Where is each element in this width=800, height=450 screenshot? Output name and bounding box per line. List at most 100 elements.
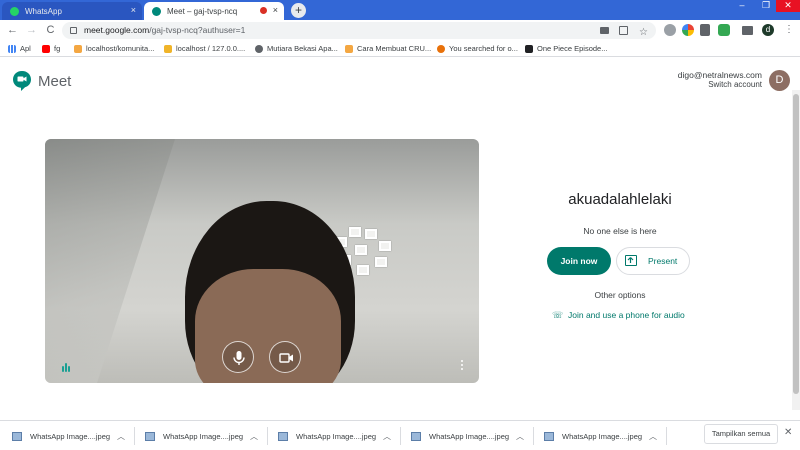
new-tab-button[interactable]: +	[291, 3, 306, 18]
chevron-up-icon[interactable]: ︿	[250, 431, 258, 442]
download-filename: WhatsApp Image....jpeg	[429, 431, 510, 441]
reload-button[interactable]: C	[43, 23, 58, 38]
audio-level-icon	[62, 362, 72, 372]
extension-color-icon[interactable]	[682, 24, 694, 36]
back-button[interactable]: ←	[5, 23, 20, 38]
bookmark-apps[interactable]: Apl	[8, 44, 31, 53]
tab-title: Meet – gaj-tvsp-ncq	[167, 6, 238, 16]
maximize-button[interactable]: ❐	[754, 0, 778, 12]
phpmyadmin-icon	[164, 44, 172, 53]
download-filename: WhatsApp Image....jpeg	[30, 431, 111, 441]
join-now-button[interactable]: Join now	[547, 247, 611, 275]
media-control-icon[interactable]	[742, 26, 753, 35]
join-by-phone-label: Join and use a phone for audio	[568, 310, 685, 320]
image-file-icon	[278, 431, 288, 441]
account-email: digo@netralnews.com	[677, 70, 762, 80]
download-item[interactable]: WhatsApp Image....jpeg ︿	[12, 427, 132, 445]
divider	[400, 427, 401, 445]
minimize-button[interactable]: –	[730, 0, 754, 12]
video-camera-icon	[279, 353, 293, 363]
tab-meet[interactable]: Meet – gaj-tvsp-ncq ×	[144, 2, 284, 20]
avatar[interactable]: D	[769, 70, 790, 91]
divider	[134, 427, 135, 445]
bookmark-cara-membuat[interactable]: Cara Membuat CRU...	[345, 44, 431, 53]
image-file-icon	[145, 431, 155, 441]
download-filename: WhatsApp Image....jpeg	[296, 431, 377, 441]
tab-strip: WhatsApp × Meet – gaj-tvsp-ncq × + – ❐ ✕	[0, 0, 800, 20]
close-download-shelf-icon[interactable]: ✕	[784, 427, 792, 438]
image-file-icon	[544, 431, 554, 441]
translate-icon[interactable]	[619, 26, 628, 35]
bookmark-label: fg	[54, 44, 61, 53]
join-by-phone-link[interactable]: ☏ Join and use a phone for audio	[552, 310, 702, 320]
app-title: Meet	[38, 73, 72, 90]
recording-icon	[260, 7, 267, 14]
divider	[533, 427, 534, 445]
bookmark-favicon	[345, 44, 353, 53]
bookmark-favicon	[525, 44, 533, 53]
switch-account-link[interactable]: Switch account	[708, 80, 762, 89]
bookmark-label: One Piece Episode...	[537, 44, 608, 53]
bookmark-localhost-ip[interactable]: localhost / 127.0.0....	[164, 44, 245, 53]
page-scrollbar[interactable]	[792, 90, 800, 410]
bookmark-localhost-komunita[interactable]: localhost/komunita...	[74, 44, 154, 53]
bookmark-label: Apl	[20, 44, 31, 53]
divider	[267, 427, 268, 445]
bookmark-fg[interactable]: fg	[42, 44, 60, 53]
bookmark-label: You searched for o...	[449, 44, 518, 53]
url-host: meet.google.com	[84, 25, 150, 35]
camera-toggle-button[interactable]	[269, 341, 301, 373]
divider	[666, 427, 667, 445]
address-bar[interactable]: meet.google.com/gaj-tvsp-ncq?authuser=1 …	[62, 22, 656, 39]
globe-icon	[255, 44, 263, 53]
image-file-icon	[12, 431, 22, 441]
bookmark-one-piece[interactable]: One Piece Episode...	[525, 44, 607, 53]
present-screen-icon	[625, 255, 637, 266]
bookmark-label: localhost / 127.0.0....	[176, 44, 246, 53]
meet-logo-icon	[13, 71, 31, 91]
download-item[interactable]: WhatsApp Image....jpeg ︿	[544, 427, 664, 445]
bookmark-star-icon[interactable]: ☆	[639, 24, 648, 41]
tab-title: WhatsApp	[25, 6, 62, 16]
meet-icon	[152, 6, 161, 16]
more-options-icon[interactable]	[459, 360, 465, 374]
url-path: /gaj-tvsp-ncq?authuser=1	[149, 25, 246, 35]
bookmarks-bar: Apl fg localhost/komunita... localhost /…	[0, 41, 800, 57]
pen-extension-icon[interactable]	[700, 24, 710, 36]
person-face	[195, 269, 341, 383]
image-file-icon	[411, 431, 421, 441]
chevron-up-icon[interactable]: ︿	[117, 431, 125, 442]
show-all-downloads-button[interactable]: Tampilkan semua	[704, 424, 778, 444]
chevron-up-icon[interactable]: ︿	[516, 431, 524, 442]
download-item[interactable]: WhatsApp Image....jpeg ︿	[411, 427, 531, 445]
other-options-label: Other options	[594, 290, 646, 300]
bookmark-label: Cara Membuat CRU...	[357, 44, 432, 53]
close-tab-icon[interactable]: ×	[273, 6, 278, 15]
meeting-name: akuadalahlelaki	[568, 191, 672, 208]
close-tab-icon[interactable]: ×	[131, 6, 136, 15]
microphone-icon	[233, 351, 245, 365]
youtube-icon	[42, 44, 50, 53]
microphone-toggle-button[interactable]	[222, 341, 254, 373]
lock-icon	[70, 27, 77, 34]
bookmark-label: Mutiara Bekasi Apa...	[267, 44, 338, 53]
bookmark-label: localhost/komunita...	[86, 44, 155, 53]
shield-extension-icon[interactable]	[718, 24, 730, 36]
camera-in-use-icon[interactable]	[600, 27, 609, 34]
chevron-up-icon[interactable]: ︿	[649, 431, 657, 442]
profile-avatar[interactable]: d	[762, 24, 774, 36]
download-item[interactable]: WhatsApp Image....jpeg ︿	[145, 427, 265, 445]
close-window-button[interactable]: ✕	[776, 0, 800, 12]
scrollbar-thumb[interactable]	[793, 94, 799, 394]
phone-icon: ☏	[552, 310, 564, 320]
download-item[interactable]: WhatsApp Image....jpeg ︿	[278, 427, 398, 445]
download-filename: WhatsApp Image....jpeg	[163, 431, 244, 441]
menu-icon[interactable]: ⋮	[784, 24, 794, 35]
bookmark-you-searched[interactable]: You searched for o...	[437, 44, 518, 53]
bookmark-mutiara[interactable]: Mutiara Bekasi Apa...	[255, 44, 338, 53]
chevron-up-icon[interactable]: ︿	[383, 431, 391, 442]
search-favicon	[437, 44, 445, 53]
extension-icon[interactable]	[664, 24, 676, 36]
forward-button[interactable]: →	[24, 23, 39, 38]
tab-whatsapp[interactable]: WhatsApp ×	[2, 2, 142, 20]
